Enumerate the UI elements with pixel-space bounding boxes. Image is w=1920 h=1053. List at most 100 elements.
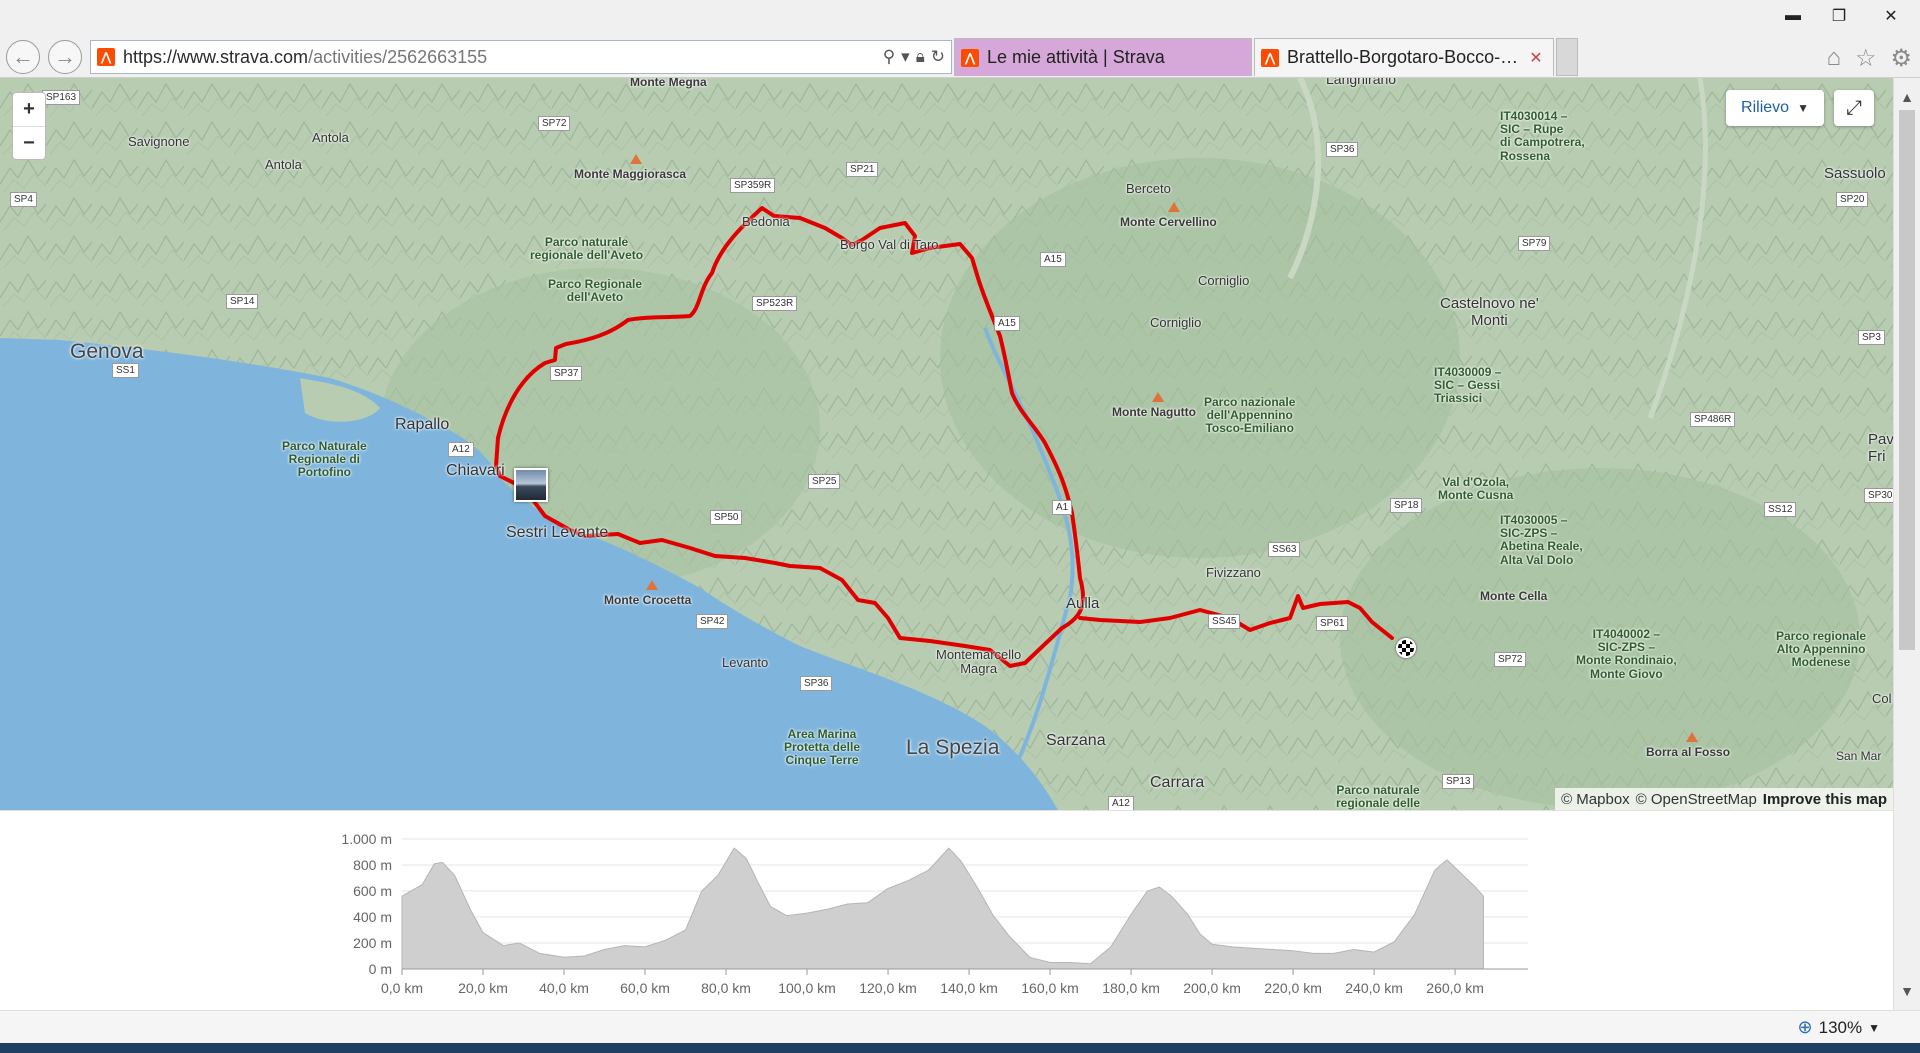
chevron-down-icon: ▼	[1868, 1020, 1880, 1035]
strava-favicon-icon: ⋀	[1261, 48, 1279, 67]
map-label-carrara: Carrara	[1150, 774, 1205, 791]
attribution-osm-link[interactable]: © OpenStreetMap	[1636, 791, 1757, 808]
new-tab-button[interactable]	[1556, 38, 1578, 76]
road-shield: SP72	[1494, 652, 1527, 667]
vertical-scrollbar[interactable]: ▲ ▼	[1893, 78, 1920, 1010]
home-icon[interactable]: ⌂	[1826, 44, 1841, 73]
zoom-in-button[interactable]: +	[13, 93, 45, 127]
status-bar: ⊕ 130% ▼	[0, 1010, 1920, 1044]
map-label-berceto: Berceto	[1126, 181, 1171, 196]
expand-icon: ⤢	[1846, 96, 1862, 119]
map-label-corniglio: Corniglio	[1198, 273, 1250, 288]
chevron-down-icon[interactable]: ▾	[901, 47, 910, 67]
photo-thumbnail	[516, 470, 546, 500]
map-label-langhirano: Langhirano	[1326, 78, 1397, 87]
arrow-right-icon: →	[54, 44, 76, 69]
map-label-pavullo: Pav Fri	[1868, 431, 1893, 465]
map-style-label: Rilievo	[1741, 99, 1790, 116]
road-shield: SP20	[1836, 192, 1869, 207]
elevation-profile[interactable]: 1.000 m 800 m 600 m 400 m 200 m 0 m 0,0 km 20,0…	[0, 810, 1893, 1011]
road-shield: SP18	[1390, 498, 1423, 513]
map-label-castelnovo: Castelnovo ne' Monti	[1440, 295, 1539, 329]
zoom-level-control[interactable]: ⊕ 130% ▼	[1798, 1017, 1880, 1038]
url-host: https://www.strava.com	[123, 46, 309, 67]
road-shield: SP72	[538, 116, 571, 131]
map-label-antola: Antola	[312, 130, 349, 145]
road-shield: SP13	[1442, 774, 1475, 789]
elevation-chart: 1.000 m 800 m 600 m 400 m 200 m 0 m 0,0 km 20,0…	[341, 831, 1528, 996]
road-shield: A12	[1108, 796, 1134, 810]
tab-title: Brattello-Borgotaro-Bocco-C...	[1287, 47, 1525, 67]
y-tick-label: 800 m	[353, 857, 392, 873]
improve-map-link[interactable]: Improve this map	[1763, 791, 1887, 808]
x-tick-label: 260,0 km	[1426, 980, 1484, 996]
map-label-parco-alto-appennino: Parco regionale Alto Appennino Modenese	[1776, 629, 1867, 670]
road-shield: SP79	[1518, 236, 1551, 251]
road-shield: A1	[1052, 500, 1073, 515]
y-tick-label: 600 m	[353, 883, 392, 899]
restore-icon[interactable]: ❐	[1816, 0, 1862, 32]
scrollbar-thumb[interactable]	[1899, 110, 1915, 650]
browser-chrome: ▬ ❐ ✕ ← → ⋀ https://www.strava.com/activ…	[0, 0, 1920, 78]
fullscreen-button[interactable]: ⤢	[1834, 90, 1874, 126]
tab-title: Le mie attività | Strava	[987, 47, 1165, 67]
finish-flag-icon[interactable]	[1396, 638, 1416, 658]
url-text[interactable]: https://www.strava.com/activities/256266…	[123, 47, 883, 68]
road-shield: SP486R	[1690, 412, 1736, 427]
map-label-montemarcello-magra: Montemarcello Magra	[936, 647, 1022, 677]
map-label-bedonia: Bedonia	[742, 214, 790, 229]
elevation-area[interactable]	[401, 847, 1484, 970]
lock-icon[interactable]: 🔒︎	[916, 47, 925, 67]
map-label-aulla: Aulla	[1066, 595, 1100, 612]
map-label-la-spezia: La Spezia	[906, 736, 1000, 759]
map-label-sic-zps-2: IT4040002 – SIC-ZPS – Monte Rondinaio, M…	[1576, 627, 1677, 681]
back-button[interactable]: ←	[6, 40, 40, 74]
search-icon[interactable]: ⚲	[883, 47, 895, 67]
favorites-star-icon[interactable]: ☆	[1855, 44, 1877, 73]
photo-thumbnail-marker[interactable]	[514, 468, 548, 502]
x-tick-label: 200,0 km	[1183, 980, 1241, 996]
gear-icon[interactable]: ⚙	[1890, 44, 1912, 73]
x-tick-label: 160,0 km	[1021, 980, 1079, 996]
peak-icon	[1152, 392, 1164, 402]
map-label-borra-al-fosso: Borra al Fosso	[1646, 745, 1731, 759]
strava-favicon-icon: ⋀	[961, 48, 979, 67]
zoom-out-button[interactable]: −	[13, 127, 45, 160]
forward-button[interactable]: →	[48, 40, 82, 74]
attribution-mapbox-link[interactable]: © Mapbox	[1561, 791, 1630, 808]
x-tick-label: 40,0 km	[539, 980, 589, 996]
route-map[interactable]: Monte Megna Savignone Antola Antola Mont…	[0, 78, 1893, 810]
road-shield: SP36	[1326, 142, 1359, 157]
x-tick-label: 80,0 km	[701, 980, 751, 996]
scroll-down-icon[interactable]: ▼	[1894, 978, 1920, 1004]
map-style-dropdown[interactable]: Rilievo ▼	[1726, 90, 1824, 126]
map-label-sassuolo: Sassuolo	[1824, 165, 1886, 182]
map-label-chiavari: Chiavari	[446, 462, 505, 479]
road-shield: SS12	[1764, 502, 1797, 517]
tab-activity[interactable]: ⋀ Brattello-Borgotaro-Bocco-C... ✕	[1254, 38, 1554, 76]
strava-favicon-icon: ⋀	[97, 48, 115, 66]
zoom-level-value: 130%	[1818, 1017, 1863, 1037]
minimize-icon[interactable]: ▬	[1770, 0, 1816, 32]
map-label-antola-2: Antola	[265, 157, 302, 172]
road-shield: SP25	[808, 474, 841, 489]
y-tick-label: 200 m	[353, 935, 392, 951]
refresh-icon[interactable]: ↻	[931, 47, 945, 67]
x-tick-label: 220,0 km	[1264, 980, 1322, 996]
road-shield: SP21	[846, 162, 879, 177]
map-label-monte-maggiorasca: Monte Maggiorasca	[574, 167, 687, 181]
road-shield: SP50	[710, 510, 743, 525]
road-shield: SP30	[1864, 488, 1893, 503]
map-label-rapallo: Rapallo	[395, 416, 450, 433]
map-label-val-dozola: Val d'Ozola, Monte Cusna	[1438, 475, 1514, 503]
tab-le-mie-attivita[interactable]: ⋀ Le mie attività | Strava	[954, 38, 1252, 76]
map-label-monte-cella: Monte Cella	[1480, 589, 1548, 603]
map-label-sestri-levante: Sestri Levante	[506, 524, 609, 541]
close-window-icon[interactable]: ✕	[1862, 0, 1920, 32]
address-bar[interactable]: ⋀ https://www.strava.com/activities/2562…	[90, 40, 952, 74]
close-tab-icon[interactable]: ✕	[1525, 48, 1547, 68]
map-label-sic-gessi: IT4030009 – SIC – Gessi Triassici	[1434, 365, 1502, 406]
map-label-parco-naturale-delle: Parco naturale regionale delle	[1336, 783, 1421, 810]
scroll-up-icon[interactable]: ▲	[1894, 84, 1920, 110]
road-shield: SS1	[112, 363, 139, 378]
